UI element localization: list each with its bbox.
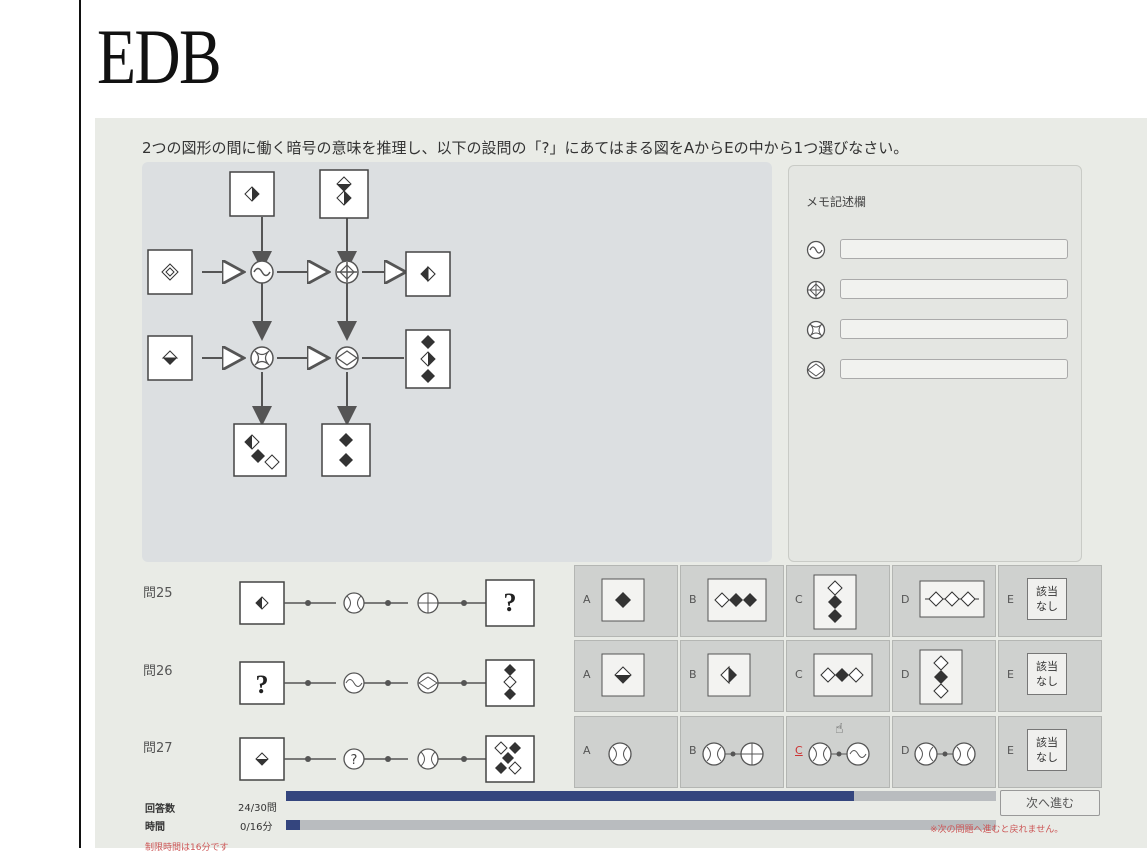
time-progress-fill bbox=[286, 820, 301, 830]
question-25-label: 問25 bbox=[143, 586, 173, 601]
question-27-choices: A B C ☝ D E 該当 なし bbox=[574, 716, 1106, 788]
memo-row-wave bbox=[806, 239, 1076, 261]
question-27-unknown-operator: ? bbox=[351, 753, 358, 768]
not-applicable-label: 該当 なし bbox=[1027, 578, 1067, 620]
q25-choice-d[interactable]: D bbox=[892, 565, 996, 637]
choice-label: E bbox=[1007, 668, 1014, 681]
q25-choice-c[interactable]: C bbox=[786, 565, 890, 637]
question-26-choices: A B C D E 該当 なし bbox=[574, 640, 1106, 712]
q27-choice-d[interactable]: D bbox=[892, 716, 996, 788]
pointer-cursor-icon: ☝ bbox=[835, 721, 844, 737]
choice-label: A bbox=[583, 593, 591, 606]
question-25-choices: A B C D E 該当 なし bbox=[574, 565, 1106, 637]
time-limit-note: 制限時間は16分です bbox=[145, 843, 229, 853]
swirl-circle-icon bbox=[250, 346, 274, 370]
memo-row-cross bbox=[806, 279, 1076, 301]
time-label: 時間 bbox=[145, 822, 165, 833]
swirl-circle-icon bbox=[417, 748, 439, 770]
cross-circle-icon bbox=[806, 280, 826, 300]
instruction-text: 2つの図形の間に働く暗号の意味を推理し、以下の設問の「?」にあてはまる図をAから… bbox=[142, 139, 909, 157]
diamond-circle-icon bbox=[417, 672, 439, 694]
choice-label: D bbox=[901, 668, 910, 681]
not-applicable-label: 該当 なし bbox=[1027, 653, 1067, 695]
left-divider-line bbox=[79, 0, 81, 848]
memo-field-swirl[interactable] bbox=[840, 319, 1068, 339]
question-27-label: 問27 bbox=[143, 741, 173, 756]
answered-count-value: 24/30問 bbox=[238, 803, 277, 814]
q25-choice-e[interactable]: E 該当 なし bbox=[998, 565, 1102, 637]
question-27-sequence: ? bbox=[239, 735, 535, 783]
answered-count-label: 回答数 bbox=[145, 804, 175, 815]
not-applicable-label: 該当 なし bbox=[1027, 729, 1067, 771]
swirl-circle-icon bbox=[343, 592, 365, 614]
memo-title: メモ記述欄 bbox=[806, 195, 867, 209]
answered-progress-bar bbox=[286, 791, 996, 801]
q26-choice-d[interactable]: D bbox=[892, 640, 996, 712]
q26-choice-c[interactable]: C bbox=[786, 640, 890, 712]
q25-choice-a[interactable]: A bbox=[574, 565, 678, 637]
memo-field-wave[interactable] bbox=[840, 239, 1068, 259]
choice-label: A bbox=[583, 668, 591, 681]
cross-circle-icon bbox=[417, 592, 439, 614]
swirl-circle-icon bbox=[608, 742, 632, 766]
wave-circle-icon bbox=[806, 240, 826, 260]
memo-field-diamond[interactable] bbox=[840, 359, 1068, 379]
question-26-unknown: ? bbox=[256, 670, 269, 699]
choice-label: B bbox=[689, 593, 697, 606]
q26-choice-a[interactable]: A bbox=[574, 640, 678, 712]
wave-circle-icon bbox=[343, 672, 365, 694]
cross-circle-icon bbox=[335, 260, 359, 284]
q27-choice-c[interactable]: C ☝ bbox=[786, 716, 890, 788]
choice-label: C bbox=[795, 593, 803, 606]
q25-choice-b[interactable]: B bbox=[680, 565, 784, 637]
choice-label: C bbox=[795, 744, 803, 757]
q27-choice-a[interactable]: A bbox=[574, 716, 678, 788]
swirl-circle-icon bbox=[806, 320, 826, 340]
choice-label: B bbox=[689, 668, 697, 681]
question-26-label: 問26 bbox=[143, 664, 173, 679]
choice-label: B bbox=[689, 744, 697, 757]
choice-label: E bbox=[1007, 593, 1014, 606]
q27-choice-b[interactable]: B bbox=[680, 716, 784, 788]
wave-circle-icon bbox=[250, 260, 274, 284]
question-26-sequence: ? bbox=[239, 659, 535, 707]
choice-label: A bbox=[583, 744, 591, 757]
puzzle-diagram bbox=[147, 169, 451, 477]
memo-row-swirl bbox=[806, 319, 1076, 341]
choice-label: C bbox=[795, 668, 803, 681]
next-button[interactable]: 次へ進む bbox=[1000, 790, 1100, 816]
question-25-unknown: ? bbox=[504, 588, 517, 617]
brand-title: EDB bbox=[97, 13, 222, 100]
choice-label: E bbox=[1007, 744, 1014, 757]
q27-choice-e[interactable]: E 該当 なし bbox=[998, 716, 1102, 788]
choice-label: D bbox=[901, 744, 910, 757]
diamond-circle-icon bbox=[806, 360, 826, 380]
warning-text: ※次の問題へ進むと戻れません。 bbox=[930, 825, 1064, 835]
memo-row-diamond bbox=[806, 359, 1076, 381]
memo-field-cross[interactable] bbox=[840, 279, 1068, 299]
question-25-sequence: ? bbox=[239, 579, 535, 627]
diamond-circle-icon bbox=[335, 346, 359, 370]
q26-choice-e[interactable]: E 該当 なし bbox=[998, 640, 1102, 712]
choice-label: D bbox=[901, 593, 910, 606]
answered-progress-fill bbox=[286, 791, 854, 801]
q26-choice-b[interactable]: B bbox=[680, 640, 784, 712]
time-progress-bar bbox=[286, 820, 996, 830]
time-value: 0/16分 bbox=[240, 822, 273, 833]
